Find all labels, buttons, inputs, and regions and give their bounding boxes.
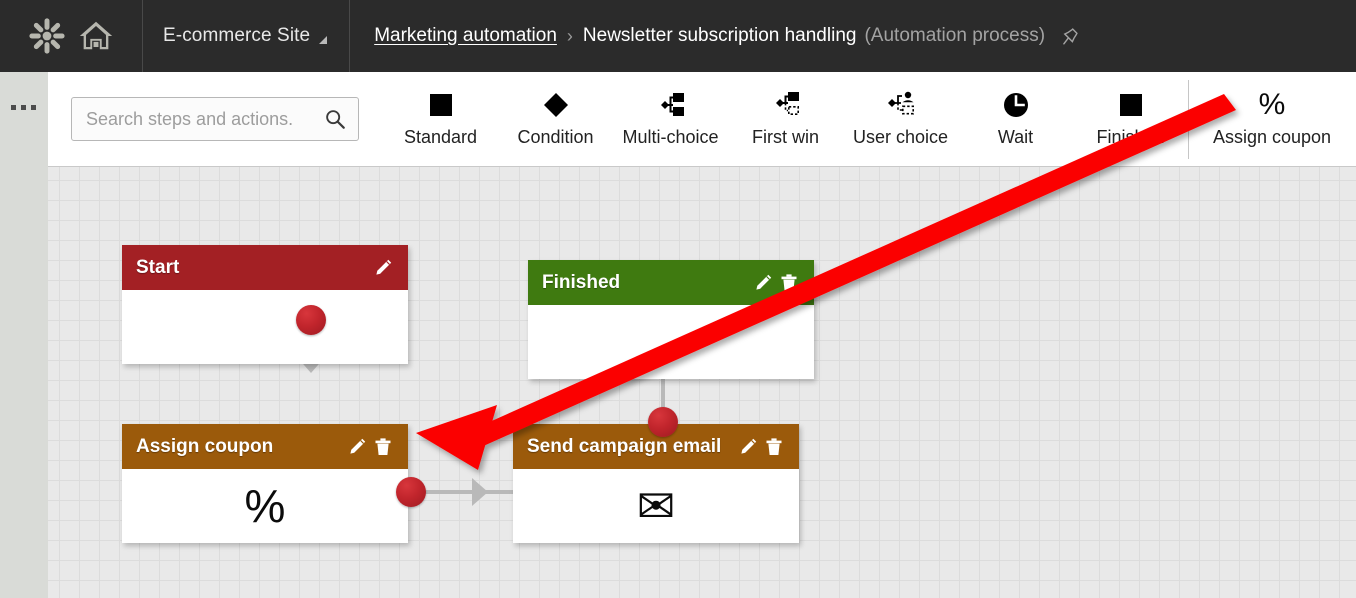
node-header: Assign coupon <box>122 424 408 469</box>
node-glyph: % <box>244 480 286 532</box>
breadcrumb-object-type: (Automation process) <box>864 25 1046 46</box>
connector-dot-assign-output[interactable] <box>396 477 426 507</box>
search-icon[interactable] <box>324 108 346 130</box>
dot <box>31 105 36 110</box>
node-body <box>528 305 814 379</box>
toolbar-label: First win <box>752 127 819 147</box>
application-window: E-commerce Site Marketing automation › N… <box>0 0 1356 598</box>
node-start[interactable]: Start <box>122 245 408 364</box>
process-canvas[interactable]: Start Finished Assign coupon % Send camp… <box>48 167 1356 598</box>
node-title: Assign coupon <box>136 435 274 457</box>
filled-square-icon <box>1118 90 1144 120</box>
node-finished[interactable]: Finished <box>528 260 814 379</box>
toolbar-label: User choice <box>852 127 949 147</box>
node-send-campaign-email[interactable]: Send campaign email ✉ <box>513 424 799 543</box>
toolbar-item-first-win[interactable]: First win <box>728 72 843 167</box>
site-name-label: E-commerce Site <box>163 25 311 46</box>
edit-icon[interactable] <box>344 434 370 460</box>
multi-choice-icon <box>656 90 686 120</box>
left-rail <box>0 72 48 598</box>
ellipsis-icon[interactable] <box>11 105 36 110</box>
node-header: Start <box>122 245 408 290</box>
percent-icon: % <box>1258 88 1286 121</box>
node-title: Start <box>136 256 180 278</box>
breadcrumb: Marketing automation › Newsletter subscr… <box>350 0 1079 72</box>
toolbar-item-standard[interactable]: Standard <box>383 72 498 167</box>
filled-diamond-icon <box>542 90 570 120</box>
toolbar-step-types: Standard Condition Multi-choice First wi… <box>383 72 1356 167</box>
toolbar-item-finished[interactable]: Finished <box>1073 72 1188 167</box>
steps-toolbar: Standard Condition Multi-choice <box>48 72 1356 167</box>
toolbar-item-condition[interactable]: Condition <box>498 72 613 167</box>
toolbar-label: Finished <box>1096 127 1165 147</box>
dot <box>21 105 26 110</box>
logo-zone <box>0 0 143 72</box>
delete-icon[interactable] <box>761 434 787 460</box>
edit-icon[interactable] <box>735 434 761 460</box>
filled-square-icon <box>428 90 454 120</box>
dot <box>11 105 16 110</box>
node-title: Finished <box>542 271 621 293</box>
toolbar-item-wait[interactable]: Wait <box>958 72 1073 167</box>
breadcrumb-current-page: Newsletter subscription handling <box>582 25 857 46</box>
search-input[interactable] <box>86 108 324 130</box>
pin-icon[interactable] <box>1055 27 1079 46</box>
breadcrumb-separator-icon: › <box>566 25 573 46</box>
search-box[interactable] <box>71 97 359 141</box>
connector-arrow-right-icon <box>472 478 488 506</box>
edit-icon[interactable] <box>370 255 396 281</box>
toolbar-item-multi-choice[interactable]: Multi-choice <box>613 72 728 167</box>
node-assign-coupon[interactable]: Assign coupon % <box>122 424 408 543</box>
node-body <box>122 290 408 364</box>
delete-icon[interactable] <box>776 270 802 296</box>
toolbar-item-user-choice[interactable]: User choice <box>843 72 958 167</box>
node-glyph: ✉ <box>636 480 676 532</box>
asterisk-flower-logo-icon[interactable] <box>28 17 66 55</box>
toolbar-label: Wait <box>997 127 1034 147</box>
toolbar-label: Assign coupon <box>1212 127 1332 147</box>
edit-icon[interactable] <box>750 270 776 296</box>
site-dropdown-caret-icon[interactable] <box>319 35 328 44</box>
clock-icon <box>1002 90 1030 120</box>
delete-icon[interactable] <box>370 434 396 460</box>
connector-dot-email-output[interactable] <box>648 407 678 437</box>
user-choice-icon <box>885 90 917 120</box>
node-title: Send campaign email <box>527 435 722 457</box>
site-selector[interactable]: E-commerce Site <box>143 0 351 72</box>
toolbar-label: Multi-choice <box>622 127 719 147</box>
node-header: Finished <box>528 260 814 305</box>
toolbar-label: Condition <box>517 127 594 147</box>
first-win-icon <box>771 90 801 120</box>
node-body: ✉ <box>513 469 799 543</box>
breadcrumb-link-marketing-automation[interactable]: Marketing automation <box>374 25 557 47</box>
top-header-bar: E-commerce Site Marketing automation › N… <box>0 0 1356 72</box>
home-icon[interactable] <box>77 17 115 55</box>
toolbar-label: Standard <box>403 127 478 147</box>
connector-dot-start-output[interactable] <box>296 305 326 335</box>
node-body: % <box>122 469 408 543</box>
toolbar-item-assign-coupon[interactable]: % Assign coupon <box>1188 72 1356 167</box>
